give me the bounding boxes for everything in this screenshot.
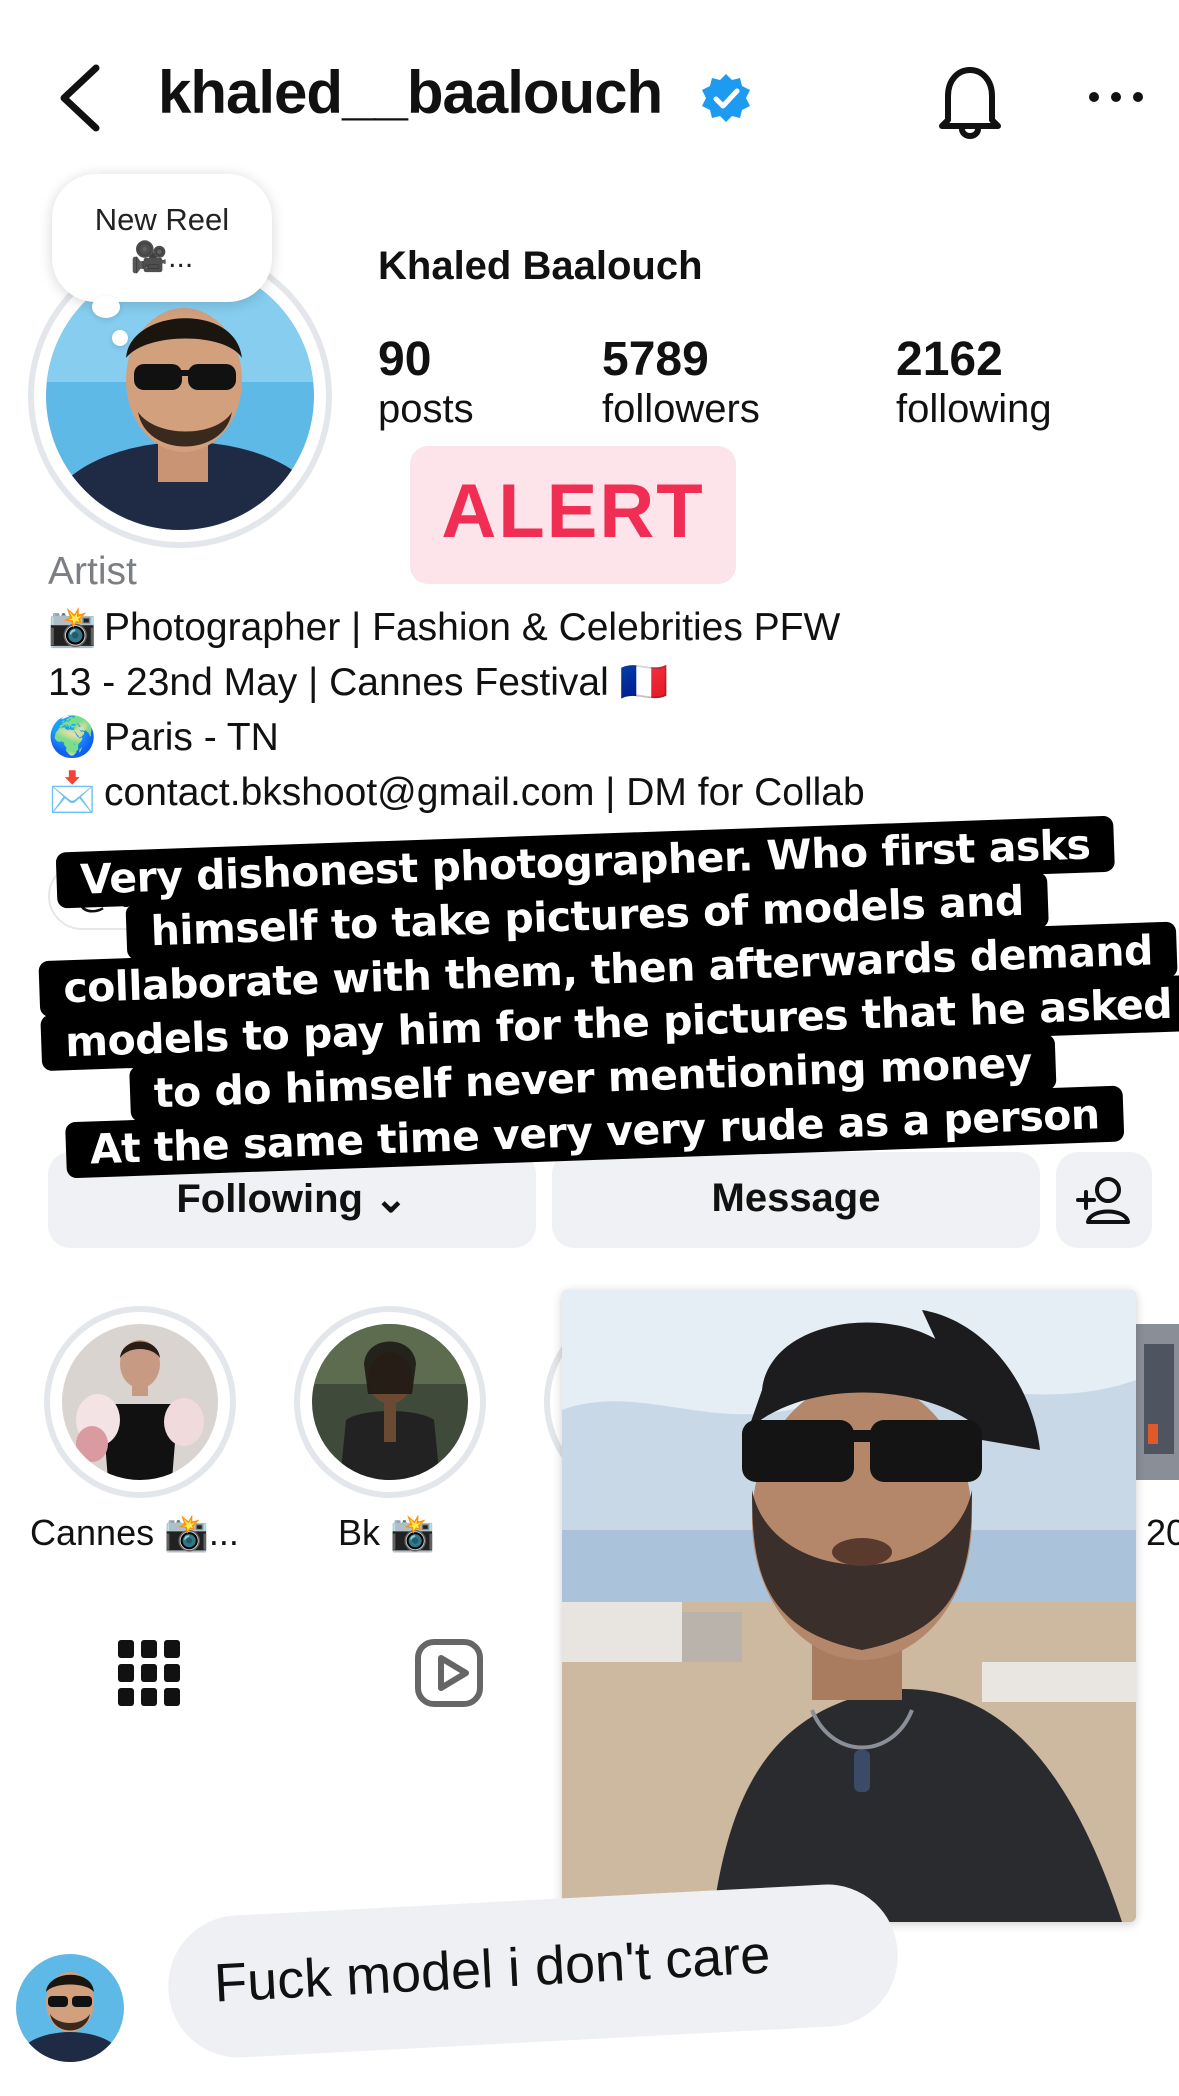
highlight-label-partial: 20 [1146, 1512, 1179, 1553]
profile-avatar[interactable] [46, 262, 314, 530]
profile-category: Artist [48, 550, 137, 593]
profile-username: khaled__baalouch [158, 59, 663, 126]
video-overlay-frame[interactable] [562, 1290, 1136, 1922]
message-button[interactable]: Message [552, 1152, 1040, 1248]
bio-line-1: 📸 Photographer | Fashion & Celebrities PF… [48, 604, 840, 650]
bubble-tail-dot [112, 330, 128, 346]
posts-label: posts [378, 387, 474, 431]
suggested-users-button[interactable] [1056, 1152, 1152, 1248]
highlight-cover-bk[interactable] [312, 1324, 468, 1480]
bio-line-3: 🌍 Paris - TN [48, 714, 279, 760]
caption-overlay: Very dishonest photographer. Who first a… [35, 815, 1179, 1179]
comment-text: Fuck model i don't care [212, 1924, 772, 2014]
comment-bubble: Fuck model i don't care [164, 1880, 902, 2062]
more-options-icon[interactable] [1086, 82, 1146, 112]
bio-line-2: 13 - 23nd May | Cannes Festival 🇫🇷 [48, 661, 669, 704]
following-label: following [896, 387, 1052, 431]
posts-grid-tab-icon[interactable] [118, 1638, 180, 1708]
following-count: 2162 [896, 333, 1003, 386]
following-label: Following [176, 1177, 363, 1221]
reel-note-text: New Reel [94, 202, 230, 237]
bubble-tail [92, 296, 120, 318]
bio-text-3: Paris - TN [104, 716, 279, 759]
display-name: Khaled Baalouch [378, 244, 703, 288]
posts-stat[interactable]: 90 posts [378, 332, 474, 432]
highlight-cover-cannes[interactable] [62, 1324, 218, 1480]
posts-count: 90 [378, 333, 432, 386]
add-person-icon [1076, 1177, 1130, 1224]
envelope-icon: 📩 [48, 771, 97, 814]
globe-icon: 🌍 [48, 716, 97, 759]
notification-bell-icon[interactable] [934, 60, 1006, 140]
chevron-down-icon: ⌄ [374, 1177, 408, 1221]
message-label: Message [711, 1176, 881, 1220]
commenter-avatar[interactable] [16, 1954, 124, 2062]
followers-count: 5789 [602, 333, 709, 386]
highlight-cover-partial[interactable] [1134, 1324, 1179, 1480]
video-camera-icon: 🎥... [130, 241, 194, 274]
bio-line-4: 📩 contact.bkshoot@gmail.com | DM for Coll… [48, 769, 865, 815]
highlight-label-bk: Bk 📸 [338, 1512, 435, 1553]
camera-flash-icon: 📸 [48, 606, 97, 649]
bio-text-1: Photographer | Fashion & Celebrities PFW [104, 606, 841, 649]
verified-badge-icon [702, 74, 750, 122]
reel-note-bubble[interactable]: New Reel 🎥... [52, 174, 272, 302]
following-stat[interactable]: 2162 following [896, 332, 1052, 432]
alert-sticker: ALERT [410, 446, 736, 584]
followers-label: followers [602, 387, 760, 431]
bio-email-link[interactable]: contact.bkshoot@gmail.com | DM for Colla… [104, 771, 865, 814]
reels-tab-icon[interactable] [414, 1638, 484, 1708]
alert-text: ALERT [441, 469, 705, 554]
followers-stat[interactable]: 5789 followers [602, 332, 760, 432]
back-arrow-icon[interactable] [52, 62, 112, 134]
highlight-label-cannes: Cannes 📸... [30, 1512, 239, 1553]
